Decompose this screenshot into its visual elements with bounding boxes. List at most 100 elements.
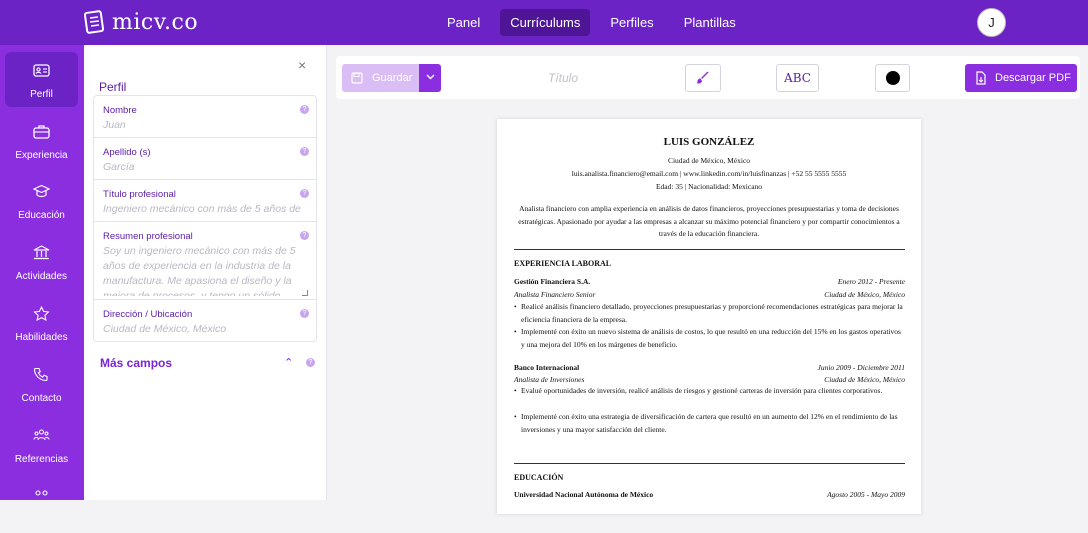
job-city: Ciudad de México, México [824, 290, 905, 299]
download-pdf-button[interactable]: Descargar PDF [965, 64, 1077, 92]
rail-item-educacion[interactable]: Educación [5, 173, 78, 228]
help-icon[interactable]: ? [300, 189, 309, 198]
profile-form: Nombre ? Juan Apellido (s) ? García Títu… [93, 95, 317, 342]
job-dates: Enero 2012 - Presente [837, 277, 905, 286]
job-title-input[interactable]: Ingeniero mecánico con más de 5 años de [103, 203, 307, 215]
phone-icon [33, 367, 48, 382]
rail-item-experiencia[interactable]: Experiencia [5, 113, 78, 168]
nav-plantillas[interactable]: Plantillas [674, 9, 746, 36]
paintbrush-icon [696, 71, 709, 84]
group-icon [35, 490, 48, 496]
resume-location: Ciudad de México, México [667, 156, 751, 165]
brand-name: micv.co [112, 9, 199, 35]
first-name-field[interactable]: Nombre ? Juan [94, 96, 316, 138]
job-title-field[interactable]: Título profesional ? Ingeniero mecánico … [94, 180, 316, 222]
panel-title: Perfil [99, 80, 127, 94]
field-label: Dirección / Ubicación [103, 309, 193, 320]
rail-label: Actividades [15, 271, 68, 282]
help-icon[interactable]: ? [306, 358, 315, 367]
job-role: Analista de Inversiones [514, 375, 585, 384]
top-navbar: micv.co Panel Currículums Perfiles Plant… [0, 0, 1088, 45]
resume-title-input[interactable]: Título [548, 71, 578, 85]
summary-field[interactable]: Resumen profesional ? Soy un ingeniero m… [94, 222, 316, 300]
nav-curriculums[interactable]: Currículums [500, 9, 591, 36]
resize-handle[interactable] [302, 290, 308, 296]
download-label: Descargar PDF [995, 72, 1071, 84]
job-bullet: Realicé análisis financiero detallado, p… [514, 301, 905, 326]
resume-contact: luis.analista.financiero@email.com | www… [571, 169, 847, 178]
field-label: Resumen profesional [103, 231, 193, 242]
profile-panel: × Perfil Nombre ? Juan Apellido (s) ? Ga… [84, 45, 327, 500]
style-button[interactable] [685, 64, 721, 92]
help-icon[interactable]: ? [300, 231, 309, 240]
address-field[interactable]: Dirección / Ubicación ? Ciudad de México… [94, 300, 316, 342]
school-dates: Agosto 2005 - Mayo 2009 [827, 490, 905, 499]
close-icon[interactable]: × [298, 57, 306, 73]
help-icon[interactable]: ? [300, 105, 309, 114]
id-card-icon [33, 64, 50, 77]
main-nav: Panel Currículums Perfiles Plantillas [437, 9, 756, 36]
resume-logo-icon [84, 10, 105, 34]
graduation-cap-icon [33, 184, 50, 198]
building-icon [33, 245, 50, 260]
star-icon [33, 306, 50, 321]
resume-personal: Edad: 35 | Nacionalidad: Mexicano [655, 182, 763, 191]
rail-item-actividades[interactable]: Actividades [5, 234, 78, 289]
job-bullet: Implementé con éxito una estrategia de d… [514, 411, 905, 436]
rail-label: Contacto [21, 393, 62, 404]
job-role: Analista Financiero Senior [514, 290, 596, 299]
chevron-up-icon[interactable]: ⌃ [284, 356, 293, 369]
rail-item-habilidades[interactable]: Habilidades [5, 295, 78, 350]
rail-label: Habilidades [15, 332, 68, 343]
school-name: Universidad Nacional Autónoma de México [514, 490, 654, 499]
last-name-field[interactable]: Apellido (s) ? García [94, 138, 316, 180]
last-name-input[interactable]: García [103, 161, 307, 173]
save-label: Guardar [372, 72, 413, 84]
section-divider [514, 463, 905, 464]
color-swatch [886, 71, 900, 85]
nav-perfiles[interactable]: Perfiles [600, 9, 663, 36]
resume-preview: LUIS GONZÁLEZ Ciudad de México, México l… [497, 119, 921, 514]
rail-label: Perfil [30, 89, 53, 100]
save-button[interactable]: Guardar [342, 64, 419, 92]
help-icon[interactable]: ? [300, 309, 309, 318]
job-company: Banco Internacional [514, 363, 580, 372]
save-options-dropdown[interactable] [419, 64, 441, 92]
font-selector[interactable]: ABC [776, 64, 819, 92]
text-color-picker[interactable] [875, 64, 910, 92]
rail-item-contacto[interactable]: Contacto [5, 356, 78, 411]
rail-item-more[interactable] [5, 478, 78, 533]
job-company: Gestión Financiera S.A. [514, 277, 591, 286]
section-rail: Perfil Experiencia Educación Actividades… [0, 45, 84, 500]
job-dates: Junio 2009 - Diciembre 2011 [817, 363, 905, 372]
rail-item-referencias[interactable]: Referencias [5, 417, 78, 472]
chevron-down-icon [426, 74, 434, 80]
experience-heading: EXPERIENCIA LABORAL [514, 259, 612, 268]
field-label: Apellido (s) [103, 147, 151, 158]
people-icon [33, 429, 50, 441]
field-label: Título profesional [103, 189, 176, 200]
resume-summary: Analista financiero con amplia experienc… [518, 204, 900, 239]
resume-name: LUIS GONZÁLEZ [663, 136, 755, 148]
education-heading: EDUCACIÓN [514, 473, 564, 482]
brand-logo[interactable]: micv.co [84, 9, 198, 35]
first-name-input[interactable]: Juan [103, 119, 307, 131]
user-avatar[interactable]: J [977, 8, 1006, 37]
nav-panel[interactable]: Panel [437, 9, 490, 36]
rail-label: Educación [18, 210, 65, 221]
rail-item-perfil[interactable]: Perfil [5, 52, 78, 107]
address-input[interactable]: Ciudad de México, México [103, 323, 307, 335]
editor-toolbar: Guardar Título ABC Descargar PDF [336, 56, 1080, 99]
job-bullet: Evalué oportunidades de inversión, reali… [514, 385, 905, 398]
section-divider [514, 249, 905, 250]
file-download-icon [976, 71, 986, 85]
briefcase-icon [33, 125, 50, 139]
summary-textarea[interactable]: Soy un ingeniero mecánico con más de 5 a… [103, 244, 307, 296]
floppy-disk-icon [351, 72, 363, 84]
more-fields-toggle[interactable]: Más campos [100, 356, 172, 370]
job-bullet: Implementé con éxito un nuevo sistema de… [514, 326, 905, 351]
help-icon[interactable]: ? [300, 147, 309, 156]
rail-label: Experiencia [15, 150, 68, 161]
job-city: Ciudad de México, México [824, 375, 905, 384]
field-label: Nombre [103, 105, 137, 116]
